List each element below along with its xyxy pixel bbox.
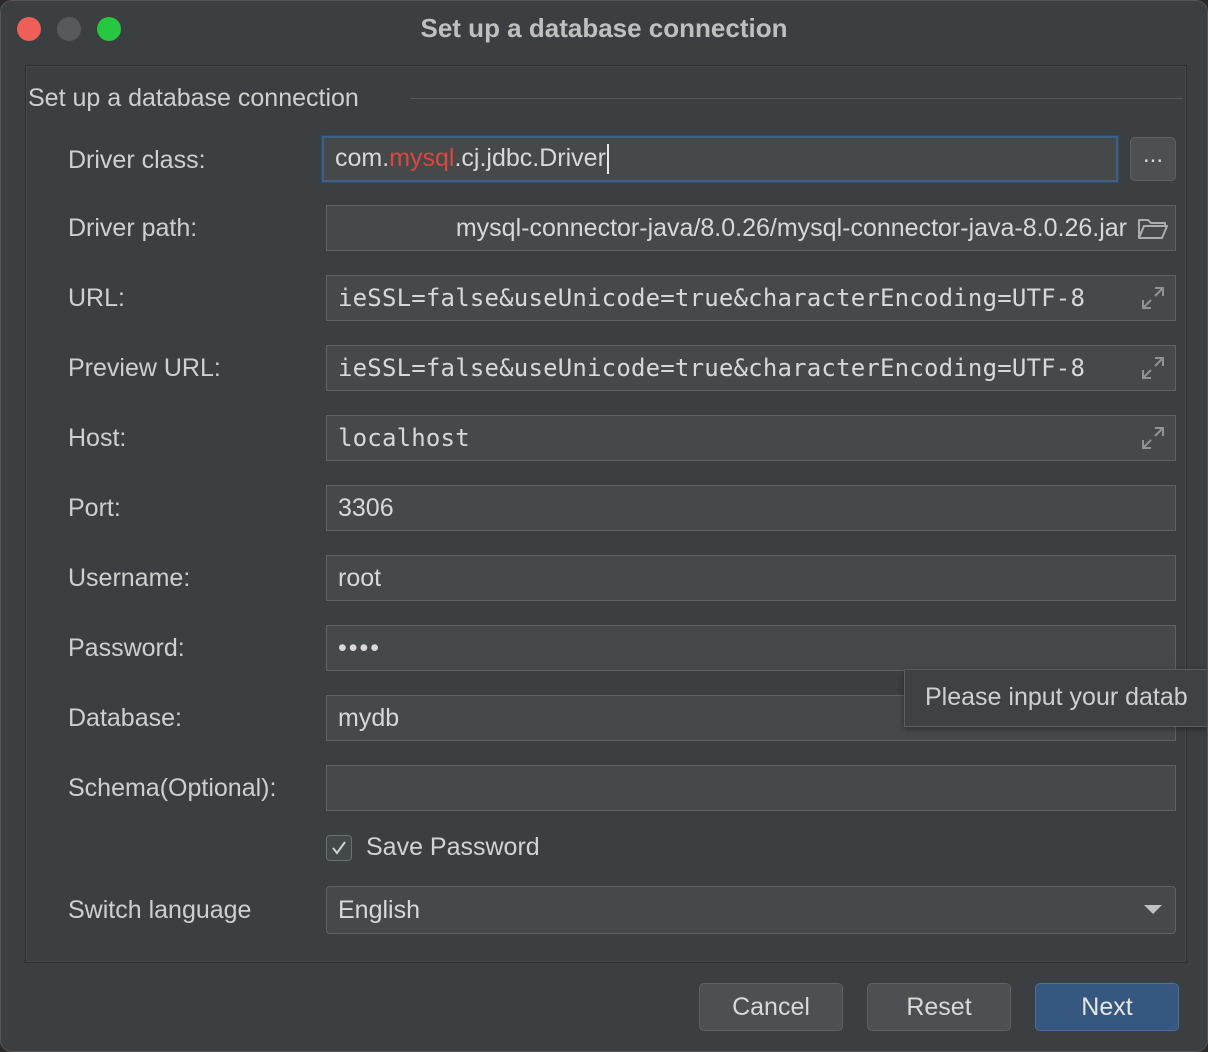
database-tooltip: Please input your datab — [904, 669, 1207, 727]
checkmark-icon — [332, 841, 346, 855]
port-input[interactable]: 3306 — [326, 485, 1176, 531]
driver-class-input[interactable]: com.mysql.cj.jdbc.Driver — [322, 136, 1118, 182]
password-value: •••• — [338, 633, 382, 662]
folder-icon[interactable] — [1131, 206, 1175, 250]
host-value: localhost — [338, 424, 470, 452]
preview-url-value: ieSSL=false&useUnicode=true&characterEnc… — [338, 354, 1086, 382]
window-title: Set up a database connection — [420, 13, 788, 43]
username-input[interactable]: root — [326, 555, 1176, 601]
chevron-down-icon — [1131, 904, 1175, 916]
schema-input[interactable] — [326, 765, 1176, 811]
preview-url-input[interactable]: ieSSL=false&useUnicode=true&characterEnc… — [326, 345, 1176, 391]
port-label: Port: — [68, 494, 121, 522]
url-input[interactable]: ieSSL=false&useUnicode=true&characterEnc… — [326, 275, 1176, 321]
preview-url-label: Preview URL: — [68, 354, 221, 382]
port-value: 3306 — [338, 493, 394, 522]
save-password-label[interactable]: Save Password — [366, 833, 540, 862]
url-value: ieSSL=false&useUnicode=true&characterEnc… — [338, 284, 1086, 312]
reset-button[interactable]: Reset — [867, 983, 1011, 1031]
expand-icon[interactable] — [1131, 346, 1175, 390]
username-value: root — [338, 563, 382, 592]
group-title: Set up a database connection — [28, 84, 373, 113]
host-input[interactable]: localhost — [326, 415, 1176, 461]
cancel-button[interactable]: Cancel — [699, 983, 843, 1031]
driver-class-label: Driver class: — [68, 146, 206, 174]
next-button[interactable]: Next — [1035, 983, 1179, 1031]
title-bar: Set up a database connection — [1, 1, 1207, 55]
schema-label: Schema(Optional): — [68, 774, 277, 802]
database-label: Database: — [68, 704, 182, 732]
group-divider — [411, 98, 1183, 99]
expand-icon[interactable] — [1131, 416, 1175, 460]
save-password-checkbox[interactable] — [326, 835, 352, 861]
url-label: URL: — [68, 284, 125, 312]
connection-form-panel: Set up a database connection Driver clas… — [25, 65, 1187, 963]
language-selected: English — [338, 895, 420, 924]
language-select[interactable]: English — [326, 886, 1176, 934]
text-caret — [606, 144, 609, 175]
driver-class-value: com.mysql.cj.jdbc.Driver — [324, 143, 1116, 175]
dialog-window: Set up a database connection Set up a da… — [0, 0, 1208, 1052]
driver-path-label: Driver path: — [68, 214, 198, 242]
driver-path-input[interactable]: mysql-connector-java/8.0.26/mysql-connec… — [326, 205, 1176, 251]
browse-driver-class-button[interactable]: ... — [1130, 137, 1176, 181]
host-label: Host: — [68, 424, 127, 452]
password-input[interactable]: •••• — [326, 625, 1176, 671]
password-label: Password: — [68, 634, 185, 662]
driver-path-value: mysql-connector-java/8.0.26/mysql-connec… — [455, 213, 1127, 242]
expand-icon[interactable] — [1131, 276, 1175, 320]
driver-class-highlight: mysql — [389, 143, 455, 172]
username-label: Username: — [68, 564, 191, 592]
switch-language-label: Switch language — [68, 896, 252, 924]
